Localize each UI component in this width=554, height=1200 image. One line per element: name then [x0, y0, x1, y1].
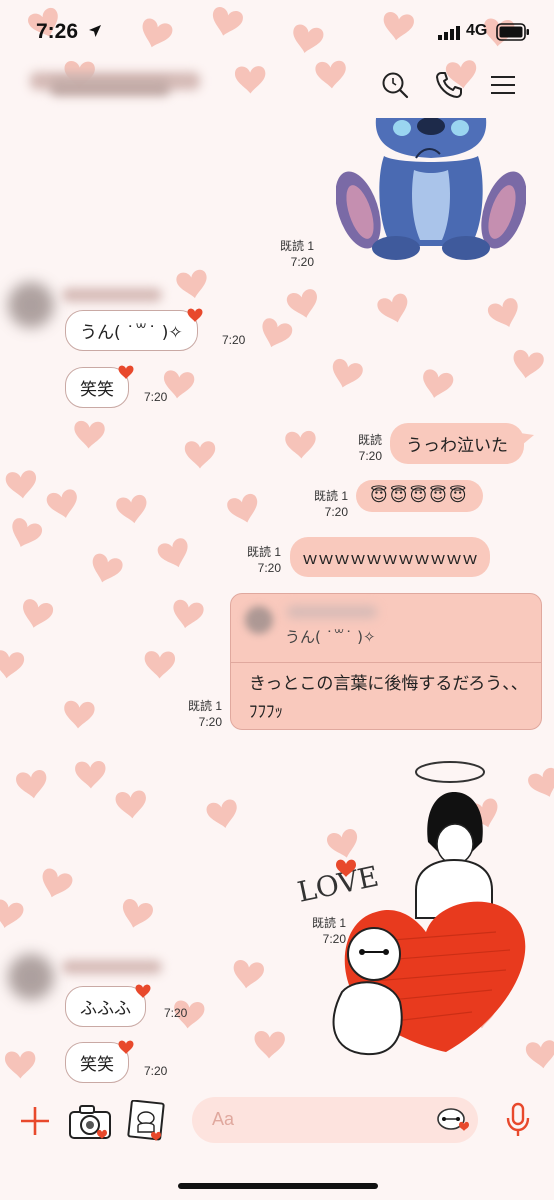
bubble-tail: [520, 433, 534, 445]
message-time: 7:20: [324, 505, 348, 519]
sender-name-blurred: [62, 960, 162, 974]
avatar[interactable]: [8, 282, 54, 328]
heart-reaction-icon: [118, 365, 134, 379]
image-gallery-icon[interactable]: [126, 1100, 166, 1142]
location-arrow-icon: [89, 25, 101, 37]
menu-icon[interactable]: [488, 70, 518, 100]
message-time: 7:20: [290, 255, 314, 269]
message-bubble-incoming[interactable]: 笑笑: [65, 1040, 134, 1083]
message-text: うん( ˙꒳˙ )✧: [80, 323, 183, 343]
quoted-text: うん( ˙꒳˙ )✧: [285, 628, 376, 646]
message-time: 7:20: [198, 715, 222, 729]
status-time: 7:26: [36, 20, 79, 43]
stitch-crying-sticker[interactable]: [336, 118, 526, 264]
message-bubble-outgoing[interactable]: 😇😇😇😇😇: [356, 480, 483, 512]
message-time: 7:20: [322, 932, 346, 946]
message-text: ふふふ: [80, 999, 131, 1019]
read-receipt: 既読 1: [187, 699, 222, 713]
heart-reaction-icon: [135, 984, 151, 998]
sender-name-blurred: [62, 288, 162, 302]
message-time: 7:20: [222, 333, 246, 347]
sticker-emoji-icon[interactable]: [436, 1106, 470, 1134]
message-bubble-incoming[interactable]: うん( ˙꒳˙ )✧: [65, 308, 203, 351]
reply-message-bubble[interactable]: うん( ˙꒳˙ )✧ きっとこの言葉に後悔するだろう、、ﾌﾌﾌｯ: [230, 593, 542, 730]
heart-reaction-icon: [187, 308, 203, 322]
message-bubble-incoming[interactable]: ふふふ: [65, 984, 151, 1027]
message-status: 既読 1 7:20: [176, 698, 222, 730]
message-text: きっとこの言葉に後悔するだろう、、ﾌﾌﾌｯ: [249, 674, 528, 722]
message-text: 😇😇😇😇😇: [370, 486, 469, 506]
quoted-avatar: [245, 606, 273, 634]
message-text: 笑笑: [80, 380, 114, 400]
read-receipt: 既読 1: [311, 916, 346, 930]
phone-icon[interactable]: [434, 70, 464, 100]
message-status: 既読 1 7:20: [302, 488, 348, 520]
message-bubble-incoming[interactable]: 笑笑: [65, 365, 134, 408]
search-icon[interactable]: [380, 70, 410, 100]
love-heart-sticker[interactable]: LOVE: [296, 752, 550, 1064]
read-receipt: 既読 1: [313, 489, 348, 503]
cellular-signal-icon: [438, 26, 460, 40]
message-time: 7:20: [144, 1064, 168, 1078]
quoted-message[interactable]: うん( ˙꒳˙ )✧: [231, 594, 541, 663]
home-indicator[interactable]: [178, 1183, 378, 1189]
message-status: 既読 7:20: [336, 432, 382, 464]
message-text: うっわ泣いた: [406, 436, 508, 456]
message-time: 7:20: [358, 449, 382, 463]
contact-name-blurred[interactable]: [30, 60, 230, 100]
message-text: ｗｗｗｗｗｗｗｗｗｗｗ: [302, 549, 479, 568]
network-type: 4G: [466, 22, 488, 39]
message-input[interactable]: Aa: [192, 1097, 478, 1143]
camera-icon[interactable]: [68, 1104, 112, 1140]
plus-icon[interactable]: [18, 1104, 52, 1138]
message-bubble-outgoing[interactable]: うっわ泣いた: [390, 423, 534, 464]
message-bubble-outgoing[interactable]: ｗｗｗｗｗｗｗｗｗｗｗ: [290, 537, 491, 577]
message-status: 既読 1 7:20: [300, 915, 346, 947]
read-receipt: 既読 1: [279, 239, 314, 253]
quoted-sender-blurred: [287, 606, 377, 618]
message-time: 7:20: [257, 561, 281, 575]
message-text: 笑笑: [80, 1055, 114, 1075]
heart-reaction-icon: [118, 1040, 134, 1054]
microphone-icon[interactable]: [506, 1102, 530, 1138]
read-receipt: 既読 1: [246, 545, 281, 559]
message-status: 既読 1 7:20: [270, 238, 314, 270]
read-receipt: 既読: [357, 433, 382, 447]
message-time: 7:20: [164, 1006, 188, 1020]
battery-icon: [496, 23, 529, 41]
input-placeholder: Aa: [212, 1109, 235, 1129]
avatar[interactable]: [8, 954, 54, 1000]
message-time: 7:20: [144, 390, 168, 404]
message-status: 既読 1 7:20: [235, 544, 281, 576]
